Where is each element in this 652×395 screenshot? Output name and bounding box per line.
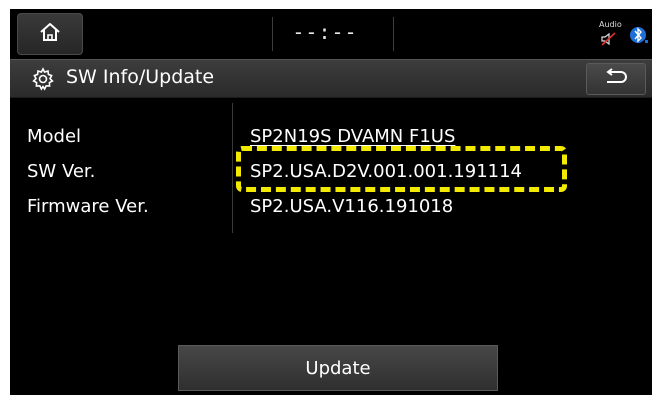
clock-separator-right bbox=[393, 17, 394, 51]
model-label: Model bbox=[27, 126, 82, 147]
home-button[interactable] bbox=[17, 13, 83, 55]
page-title: SW Info/Update bbox=[66, 66, 215, 88]
sw-version-highlight-box bbox=[236, 146, 567, 192]
firmware-version-value: SP2.USA.V116.191018 bbox=[250, 196, 454, 217]
clock: --:-- bbox=[292, 20, 358, 44]
model-value: SP2N19S DVAMN F1US bbox=[250, 126, 456, 147]
bluetooth-icon bbox=[630, 24, 648, 50]
firmware-version-label: Firmware Ver. bbox=[27, 196, 149, 217]
info-divider bbox=[232, 103, 233, 233]
home-icon bbox=[39, 22, 61, 46]
audio-label: Audio bbox=[599, 20, 622, 29]
status-bar: --:-- Audio bbox=[10, 9, 652, 59]
audio-mute-icon bbox=[601, 31, 617, 50]
back-icon bbox=[603, 68, 629, 90]
sw-version-label: SW Ver. bbox=[27, 161, 96, 182]
gear-icon bbox=[31, 67, 55, 95]
update-button[interactable]: Update bbox=[178, 345, 498, 391]
title-bar: SW Info/Update bbox=[10, 59, 652, 98]
clock-separator-left bbox=[272, 17, 273, 51]
head-unit-screen: --:-- Audio SW Info/Update Model SP2N19S… bbox=[10, 9, 652, 395]
status-icons: Audio bbox=[595, 18, 652, 54]
back-button[interactable] bbox=[586, 63, 646, 95]
